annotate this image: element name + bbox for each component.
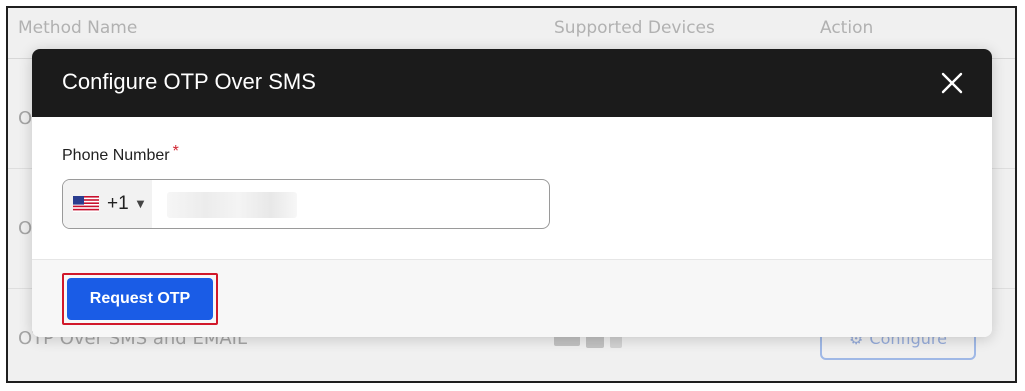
phone-number-field: +1 ▼ — [62, 179, 550, 229]
close-icon[interactable] — [938, 69, 966, 97]
modal-body: Phone Number * +1 ▼ — [32, 117, 992, 259]
us-flag-icon — [73, 196, 99, 212]
configure-otp-modal: Configure OTP Over SMS Phone Number * +1… — [32, 49, 992, 337]
request-otp-button[interactable]: Request OTP — [67, 278, 213, 320]
country-code-select[interactable]: +1 ▼ — [63, 180, 153, 228]
chevron-down-icon: ▼ — [136, 198, 145, 210]
phone-number-label-text: Phone Number — [62, 147, 170, 164]
modal-title: Configure OTP Over SMS — [62, 69, 316, 94]
modal-footer: Request OTP — [32, 259, 992, 337]
phone-number-label: Phone Number * — [62, 143, 179, 165]
required-asterisk: * — [172, 143, 179, 160]
redacted-phone-number — [167, 192, 297, 218]
modal-header: Configure OTP Over SMS — [32, 49, 992, 117]
screenshot-frame: Method Name Supported Devices Action O O… — [6, 6, 1017, 383]
highlight-outline: Request OTP — [62, 273, 218, 325]
dial-code: +1 — [107, 193, 129, 214]
